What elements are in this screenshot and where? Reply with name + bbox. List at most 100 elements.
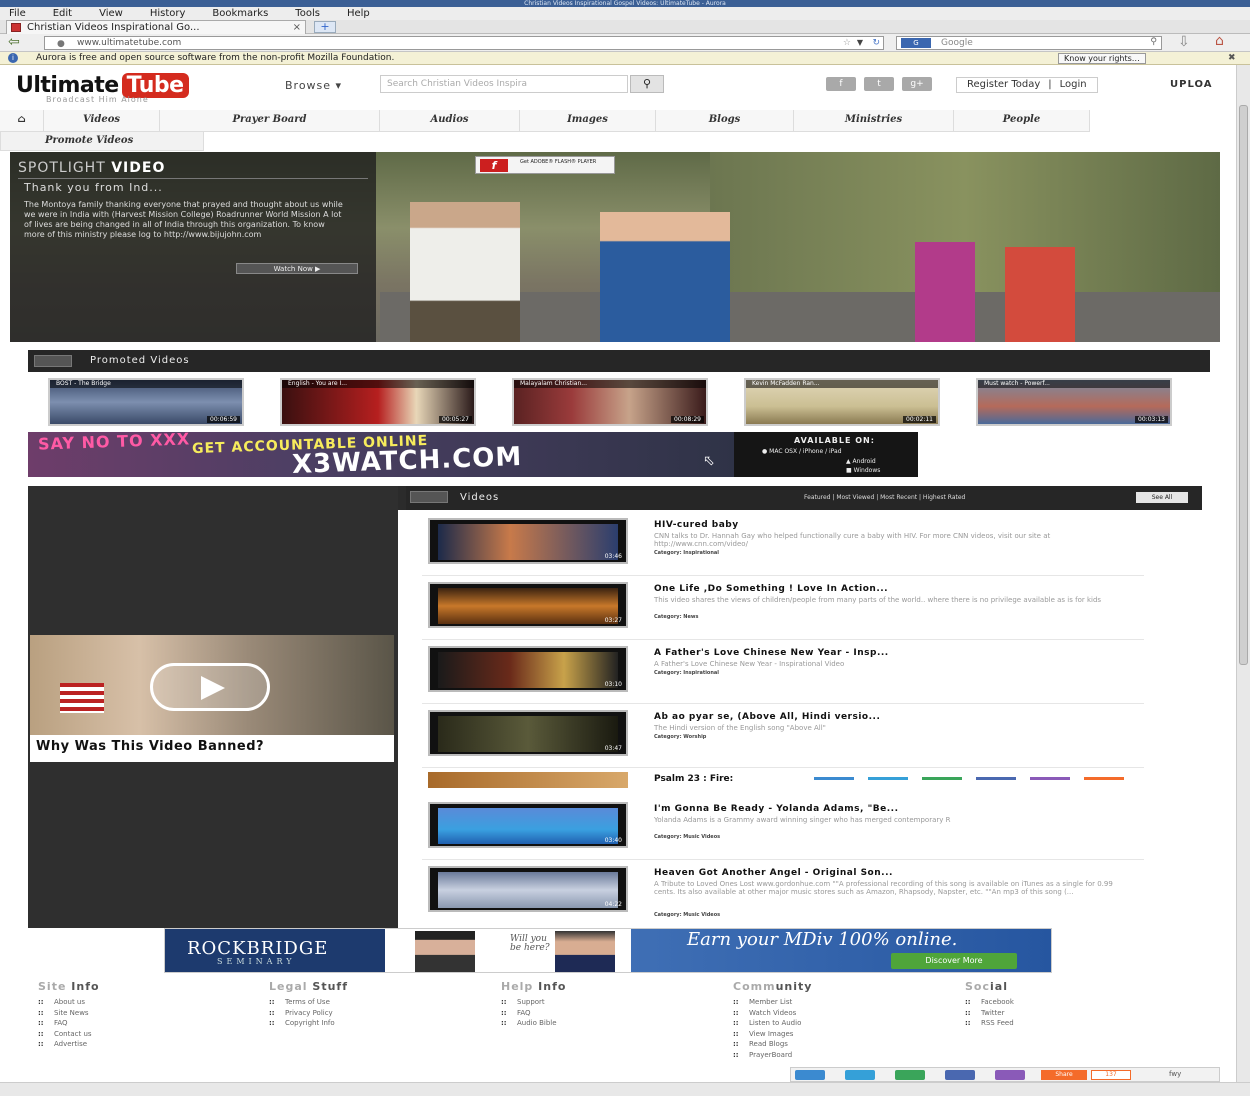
footer-link[interactable]: Audio Bible [501, 1018, 566, 1029]
video-title[interactable]: A Father's Love Chinese New Year - Insp.… [654, 648, 889, 658]
footer-link[interactable]: Facebook [965, 997, 1014, 1008]
twitter-icon[interactable]: t [864, 77, 894, 91]
menu-file[interactable]: File [9, 7, 26, 20]
scrollbar-thumb[interactable] [1239, 105, 1248, 665]
nav-home-icon[interactable]: ⌂ [0, 110, 44, 132]
footer-link[interactable]: Twitter [965, 1008, 1014, 1019]
flash-player-badge[interactable]: f Get ADOBE® FLASH® PLAYER [475, 156, 615, 174]
list-item[interactable]: 03:27 One Life ,Do Something ! Love In A… [422, 578, 1144, 640]
menu-bookmarks[interactable]: Bookmarks [212, 7, 268, 20]
vertical-scrollbar[interactable] [1236, 65, 1250, 1082]
footer-link[interactable]: Read Blogs [733, 1039, 812, 1050]
footer-link[interactable]: Support [501, 997, 566, 1008]
footer-link[interactable]: FAQ [38, 1018, 100, 1029]
promoted-video-card[interactable]: Kevin McFadden Ran... 00:02:11 [744, 378, 940, 426]
magnifier-icon[interactable]: ⚲ [1150, 36, 1157, 48]
play-icon[interactable] [150, 663, 270, 711]
see-all-button[interactable]: See All [1136, 492, 1188, 503]
banned-video-title[interactable]: Why Was This Video Banned? [36, 739, 264, 754]
menu-tools[interactable]: Tools [295, 7, 320, 20]
nav-ministries[interactable]: Ministries [794, 110, 954, 132]
site-search-input[interactable]: Search Christian Videos Inspira [380, 75, 628, 93]
partially-hidden-video-row[interactable]: Psalm 23 : Fire: [422, 772, 1168, 788]
footer-link[interactable]: Advertise [38, 1039, 100, 1050]
search-share-icon[interactable] [795, 1070, 825, 1080]
google-plus-icon[interactable]: g+ [902, 77, 932, 91]
url-bar[interactable]: ● www.ultimatetube.com ☆ ▼ ↻ [44, 36, 884, 50]
x3watch-ad[interactable]: SAY NO TO XXX GET ACCOUNTABLE ONLINE X3W… [28, 432, 918, 477]
nav-blogs[interactable]: Blogs [656, 110, 794, 132]
nav-videos[interactable]: Videos [44, 110, 160, 132]
horizontal-scrollbar[interactable] [0, 1082, 1250, 1096]
menu-edit[interactable]: Edit [53, 7, 72, 20]
footer-link[interactable]: View Images [733, 1029, 812, 1040]
video-title[interactable]: I'm Gonna Be Ready - Yolanda Adams, "Be.… [654, 804, 899, 814]
upload-link[interactable]: UPLOA [1170, 79, 1212, 90]
video-thumbnail[interactable]: 03:46 [428, 518, 628, 564]
spotlight-video[interactable]: f Get ADOBE® FLASH® PLAYER SPOTLIGHT VID… [10, 152, 1220, 342]
promoted-video-card[interactable]: Must watch - Powerf... 00:03:13 [976, 378, 1172, 426]
footer-link[interactable]: Watch Videos [733, 1008, 812, 1019]
video-title[interactable]: Psalm 23 : Fire: [654, 774, 733, 784]
favorite-share-icon[interactable] [995, 1070, 1025, 1080]
video-title[interactable]: Heaven Got Another Angel - Original Son.… [654, 868, 893, 878]
spotlight-title[interactable]: Thank you from Ind... [24, 181, 163, 194]
nav-people[interactable]: People [954, 110, 1090, 132]
menu-view[interactable]: View [99, 7, 123, 20]
close-icon[interactable]: ✖ [1228, 52, 1236, 64]
promoted-video-card[interactable]: English - You are I... 00:05:27 [280, 378, 476, 426]
reload-icon[interactable]: ↻ [872, 37, 880, 49]
know-your-rights-button[interactable]: Know your rights… [1058, 53, 1146, 64]
tab-close-icon[interactable]: × [293, 21, 301, 34]
twitter-share-icon[interactable] [845, 1070, 875, 1080]
nav-promote-videos[interactable]: Promote Videos [0, 132, 204, 151]
footer-link[interactable]: About us [38, 997, 100, 1008]
new-tab-button[interactable]: + [314, 21, 336, 33]
video-filters[interactable]: Featured | Most Viewed | Most Recent | H… [804, 494, 965, 501]
footer-link[interactable]: Copyright Info [269, 1018, 348, 1029]
site-search-button[interactable]: ⚲ [630, 75, 664, 93]
nav-images[interactable]: Images [520, 110, 656, 132]
footer-link[interactable]: Contact us [38, 1029, 100, 1040]
banned-video-promo[interactable]: Why Was This Video Banned? [30, 635, 394, 762]
promoted-video-card[interactable]: BOST - The Bridge 00:06:59 [48, 378, 244, 426]
menu-help[interactable]: Help [347, 7, 370, 20]
footer-link[interactable]: RSS Feed [965, 1018, 1014, 1029]
nav-prayer-board[interactable]: Prayer Board [160, 110, 380, 132]
video-thumbnail[interactable]: 03:47 [428, 710, 628, 756]
bookmark-star-icon[interactable]: ☆ [843, 37, 851, 49]
video-title[interactable]: Ab ao pyar se, (Above All, Hindi versio.… [654, 712, 880, 722]
facebook-icon[interactable]: f [826, 77, 856, 91]
footer-link[interactable]: Listen to Audio [733, 1018, 812, 1029]
video-title[interactable]: HIV-cured baby [654, 520, 739, 530]
list-item[interactable]: 03:10 A Father's Love Chinese New Year -… [422, 642, 1144, 704]
watch-now-button[interactable]: Watch Now ▶ [236, 263, 358, 274]
share-button[interactable]: Share [1041, 1070, 1087, 1080]
footer-link[interactable]: Privacy Policy [269, 1008, 348, 1019]
footer-link[interactable]: Member List [733, 997, 812, 1008]
footer-link[interactable]: Site News [38, 1008, 100, 1019]
footer-link[interactable]: Terms of Use [269, 997, 348, 1008]
download-icon[interactable]: ⇩ [1178, 34, 1190, 50]
back-arrow-icon[interactable]: ⇦ [8, 35, 20, 50]
search-engine-icon[interactable]: G [901, 38, 931, 48]
browser-search-bar[interactable]: G Google ⚲ [896, 36, 1162, 50]
video-title[interactable]: One Life ,Do Something ! Love In Action.… [654, 584, 888, 594]
menu-history[interactable]: History [150, 7, 186, 20]
footer-link[interactable]: FAQ [501, 1008, 566, 1019]
home-icon[interactable]: ⌂ [1215, 33, 1224, 49]
list-item[interactable]: 03:46 HIV-cured baby CNN talks to Dr. Ha… [422, 514, 1144, 576]
list-item[interactable]: 04:22 Heaven Got Another Angel - Origina… [422, 862, 1144, 928]
list-item[interactable]: 03:47 Ab ao pyar se, (Above All, Hindi v… [422, 706, 1144, 768]
video-thumbnail[interactable]: 03:40 [428, 802, 628, 848]
video-thumbnail[interactable]: 04:22 [428, 866, 628, 912]
video-thumbnail[interactable]: 03:10 [428, 646, 628, 692]
video-thumbnail[interactable]: 03:27 [428, 582, 628, 628]
list-item[interactable]: 03:40 I'm Gonna Be Ready - Yolanda Adams… [422, 798, 1144, 860]
promoted-video-card[interactable]: Malayalam Christian... 00:08:29 [512, 378, 708, 426]
rockbridge-seminary-ad[interactable]: ROCKBRIDGE SEMINARY Will you be here? Ea… [164, 928, 1052, 973]
footer-link[interactable]: PrayerBoard [733, 1050, 812, 1061]
nav-audios[interactable]: Audios [380, 110, 520, 132]
url-dropdown-icon[interactable]: ▼ [857, 37, 863, 49]
browser-tab[interactable]: Christian Videos Inspirational Go... × [6, 20, 306, 34]
